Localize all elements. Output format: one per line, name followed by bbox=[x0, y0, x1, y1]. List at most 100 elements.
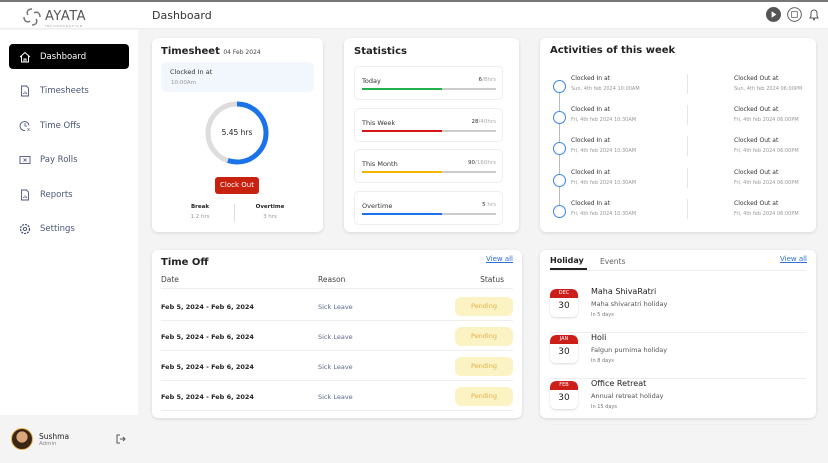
logo-text: AYATA bbox=[45, 9, 87, 24]
report-icon bbox=[21, 85, 29, 97]
timeoff-table-header: Date Reason Status bbox=[161, 275, 513, 289]
clock-out-button[interactable]: Clock Out bbox=[215, 177, 259, 194]
user-profile[interactable]: Sushma Admin bbox=[0, 415, 138, 463]
status-badge: Pending bbox=[455, 387, 513, 406]
user-role: Admin bbox=[39, 440, 57, 447]
timeoff-date: Feb 5, 2024 - Feb 6, 2024 bbox=[161, 333, 254, 341]
holiday-day: 30 bbox=[558, 347, 570, 357]
sidebar-item-timesheets[interactable]: Timesheets bbox=[9, 79, 129, 104]
holiday-item[interactable]: DEC 30 Maha ShivaRatri Maha shivaratri holi… bbox=[550, 287, 806, 333]
holiday-view-all-link[interactable]: View all bbox=[780, 255, 807, 263]
sidebar-item-label: Pay Rolls bbox=[40, 155, 78, 165]
clocked-out-time: Fri, 4th feb 2024 06:00PM bbox=[734, 148, 799, 155]
tab-holiday[interactable]: Holiday bbox=[550, 256, 587, 270]
payroll-icon bbox=[19, 156, 31, 164]
table-row[interactable]: Feb 5, 2024 - Feb 6, 2024 Sick Leave Pendi… bbox=[161, 321, 513, 351]
tab-events[interactable]: Events bbox=[600, 257, 625, 266]
holiday-month: DEC bbox=[550, 289, 578, 298]
column-date: Date bbox=[161, 275, 179, 284]
stat-value-total: /8hrs bbox=[482, 77, 496, 83]
bell-icon[interactable] bbox=[808, 8, 820, 21]
stat-progress-bar bbox=[362, 212, 496, 215]
stat-progress-bar bbox=[362, 171, 496, 173]
table-row[interactable]: Feb 5, 2024 - Feb 6, 2024 Sick Leave Pendi… bbox=[161, 291, 513, 321]
timeline-dot bbox=[553, 173, 566, 187]
clocked-in-label: Clocked In at bbox=[571, 75, 611, 82]
sidebar-item-time-offs[interactable]: Time Offs bbox=[9, 113, 129, 138]
divider bbox=[687, 198, 688, 219]
user-name: Sushma bbox=[39, 431, 70, 441]
holiday-countdown: In 8 days bbox=[591, 358, 614, 364]
clock-x-icon bbox=[19, 120, 30, 131]
clocked-out-time: Fri, 4th feb 2024 06:00PM bbox=[734, 210, 799, 217]
play-icon[interactable] bbox=[766, 7, 781, 22]
stat-this-month: This Month 90/160hrs bbox=[354, 149, 503, 183]
timeoff-date: Feb 5, 2024 - Feb 6, 2024 bbox=[161, 303, 254, 311]
calendar-date-icon: JAN 30 bbox=[550, 335, 578, 363]
sidebar-item-reports[interactable]: Reports bbox=[9, 182, 129, 207]
holiday-name: Holi bbox=[591, 333, 607, 342]
logout-icon[interactable] bbox=[116, 434, 126, 444]
holiday-item[interactable]: JAN 30 Holi Falgun purnima holiday In 8 days bbox=[550, 333, 806, 379]
divider bbox=[687, 74, 688, 94]
activities-title: Activities of this week bbox=[550, 45, 676, 56]
break-label: Break bbox=[190, 204, 209, 210]
holiday-countdown: In 15 days bbox=[591, 404, 617, 410]
stat-progress-fill bbox=[362, 212, 443, 215]
timesheet-card: Timesheet 04 Feb 2024 Clocked In at 10:0… bbox=[152, 38, 323, 232]
stat-value: 5 hrs bbox=[482, 202, 496, 208]
calendar-date-icon: DEC 30 bbox=[550, 289, 578, 317]
logo: AYATA INCORPORATION bbox=[22, 5, 86, 28]
activities-card: Activities of this week Clocked In at Sun… bbox=[540, 38, 816, 232]
stat-overtime: Overtime 5 hrs bbox=[354, 190, 503, 225]
gear-icon bbox=[19, 223, 31, 235]
holiday-day: 30 bbox=[558, 393, 570, 403]
holiday-day: 30 bbox=[558, 301, 570, 311]
timeline-dot bbox=[553, 80, 566, 93]
activity-item: Clocked In at Fri, 4th feb 2024 10:30AM Cl… bbox=[540, 167, 816, 196]
hours-worked: 5.45 hrs bbox=[221, 128, 253, 137]
statistics-title: Statistics bbox=[354, 46, 407, 57]
stat-progress-fill bbox=[362, 171, 443, 173]
sidebar-item-pay-rolls[interactable]: Pay Rolls bbox=[9, 148, 129, 173]
sidebar-item-label: Timesheets bbox=[40, 86, 89, 96]
timeoff-view-all-link[interactable]: View all bbox=[486, 255, 513, 263]
holiday-item[interactable]: FEB 30 Office Retreat Annual retreat holida… bbox=[550, 379, 806, 425]
timeoff-reason: Sick Leave bbox=[318, 333, 353, 341]
clocked-in-label: Clocked In at bbox=[571, 106, 611, 114]
timeoff-reason: Sick Leave bbox=[318, 363, 353, 371]
stat-value: 90/160hrs bbox=[468, 160, 496, 166]
holiday-countdown: In 5 days bbox=[591, 312, 614, 318]
clocked-in-box: Clocked In at 10:00Am bbox=[161, 62, 314, 92]
clocked-in-label: Clocked In at bbox=[571, 199, 611, 207]
timeoff-date: Feb 5, 2024 - Feb 6, 2024 bbox=[161, 363, 254, 371]
stat-value-current: 90 bbox=[468, 160, 476, 166]
timeline-dot bbox=[553, 142, 566, 156]
clocked-out-label: Clocked Out at bbox=[734, 106, 779, 114]
holiday-month: FEB bbox=[550, 381, 578, 390]
clocked-out-label: Clocked Out at bbox=[734, 199, 779, 207]
holiday-card: Holiday Events View all DEC 30 Maha ShivaR… bbox=[540, 250, 816, 425]
calendar-icon[interactable] bbox=[787, 7, 802, 22]
sidebar-item-label: Dashboard bbox=[40, 51, 87, 62]
sidebar-item-settings[interactable]: Settings bbox=[9, 217, 129, 242]
page-title: Dashboard bbox=[152, 9, 212, 22]
timeoff-reason: Sick Leave bbox=[318, 393, 353, 401]
holiday-name: Maha ShivaRatri bbox=[591, 287, 657, 296]
clocked-in-time: Fri, 4th feb 2024 10:30AM bbox=[571, 117, 637, 124]
timeline-dot bbox=[553, 204, 566, 218]
timeoff-card: Time Off View all Date Reason Status Feb… bbox=[152, 250, 522, 418]
table-row[interactable]: Feb 5, 2024 - Feb 6, 2024 Sick Leave Pendi… bbox=[161, 351, 513, 381]
clocked-out-label: Clocked Out at bbox=[734, 75, 779, 82]
holiday-description: Annual retreat holiday bbox=[591, 392, 664, 400]
stat-label: This Month bbox=[362, 160, 398, 168]
sidebar-item-dashboard[interactable]: Dashboard bbox=[9, 44, 129, 69]
divider bbox=[687, 136, 688, 157]
home-icon bbox=[19, 51, 31, 62]
table-row[interactable]: Feb 5, 2024 - Feb 6, 2024 Sick Leave Pendi… bbox=[161, 381, 513, 411]
stat-value-total: hrs bbox=[485, 201, 496, 208]
stat-value: 6/8hrs bbox=[479, 77, 496, 83]
activity-item: Clocked In at Fri, 4th feb 2024 10:30AM Cl… bbox=[540, 136, 816, 164]
activity-item: Clocked In at Fri, 4th feb 2024 10:30AM Cl… bbox=[540, 105, 816, 133]
clocked-out-time: Fri, 4th feb 2024 06:00PM bbox=[734, 117, 799, 124]
